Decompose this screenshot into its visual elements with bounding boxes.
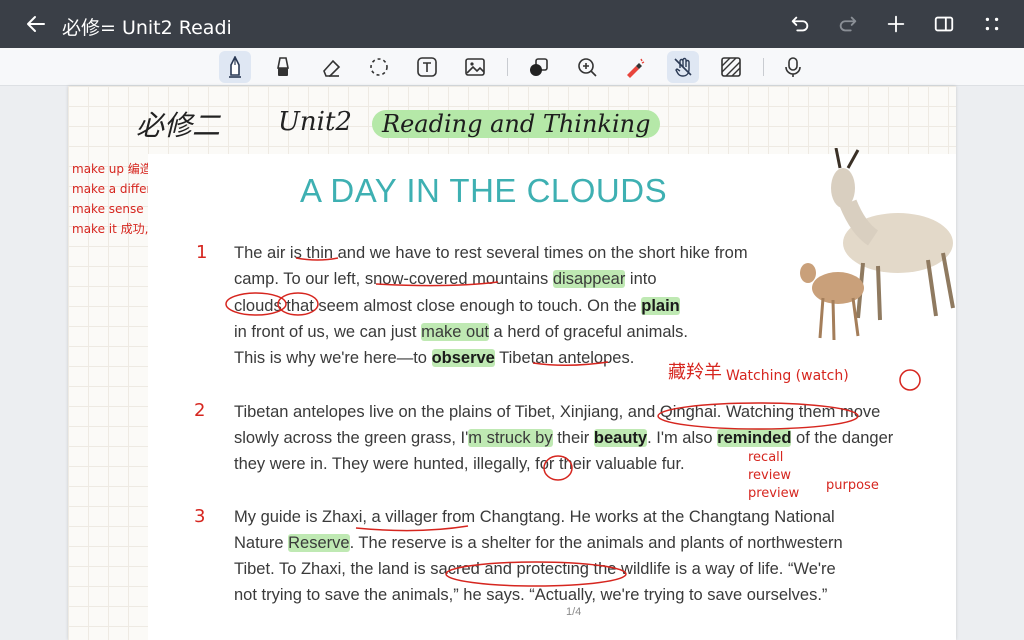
handwritten-section: Reading and Thinking <box>372 110 661 138</box>
textbook-page: A DAY IN THE CLOUDS 1 The air is thin an… <box>148 148 956 640</box>
canvas-margin-left <box>0 86 68 640</box>
undo-icon <box>791 16 809 32</box>
laser-pointer-tool[interactable] <box>619 51 651 83</box>
laser-pointer-icon <box>627 58 645 78</box>
highlighter-icon <box>277 57 289 76</box>
shapes-icon <box>530 58 548 76</box>
shapes-tool[interactable] <box>523 51 555 83</box>
microphone-icon <box>785 57 801 77</box>
highlighter-tool[interactable] <box>267 51 299 83</box>
more-dots-icon <box>985 17 999 31</box>
pattern-icon <box>721 57 741 77</box>
touch-draw-toggle[interactable] <box>667 51 699 83</box>
image-tool[interactable] <box>459 51 491 83</box>
redo-icon <box>839 16 857 32</box>
more-button[interactable] <box>972 4 1012 44</box>
back-button[interactable] <box>16 4 56 44</box>
zoom-tool[interactable] <box>571 51 603 83</box>
redo-button[interactable] <box>828 4 868 44</box>
eraser-icon <box>323 59 341 77</box>
document-title: 必修= Unit2 Readi <box>62 17 232 39</box>
pen-icon <box>229 56 241 78</box>
image-icon <box>465 58 485 76</box>
arrow-left-icon <box>27 16 45 32</box>
hand-touch-icon <box>674 57 692 77</box>
zoom-in-icon <box>578 58 597 77</box>
microphone-tool[interactable] <box>777 51 809 83</box>
lasso-icon <box>370 58 388 76</box>
ink-annotations <box>225 257 921 587</box>
handwritten-unit: Unit2 <box>278 107 352 137</box>
split-view-button[interactable] <box>924 4 964 44</box>
title-bar: 必修= Unit2 Readi <box>0 0 1024 48</box>
toolbar-divider <box>763 58 764 76</box>
text-box-icon <box>417 57 437 77</box>
pen-tool[interactable] <box>219 51 251 83</box>
pattern-tool[interactable] <box>715 51 747 83</box>
drawing-toolbar <box>0 48 1024 86</box>
handwritten-title: 必修二 <box>136 109 221 142</box>
text-tool[interactable] <box>411 51 443 83</box>
eraser-tool[interactable] <box>315 51 347 83</box>
canvas-margin-right <box>956 86 1024 640</box>
plus-icon <box>887 15 905 33</box>
toolbar-divider <box>507 58 508 76</box>
note-page[interactable]: 必修二 Unit2 Reading and Thinking make up 编… <box>68 86 956 640</box>
undo-button[interactable] <box>780 4 820 44</box>
lasso-tool[interactable] <box>363 51 395 83</box>
add-page-button[interactable] <box>876 4 916 44</box>
split-panel-icon <box>934 16 954 32</box>
